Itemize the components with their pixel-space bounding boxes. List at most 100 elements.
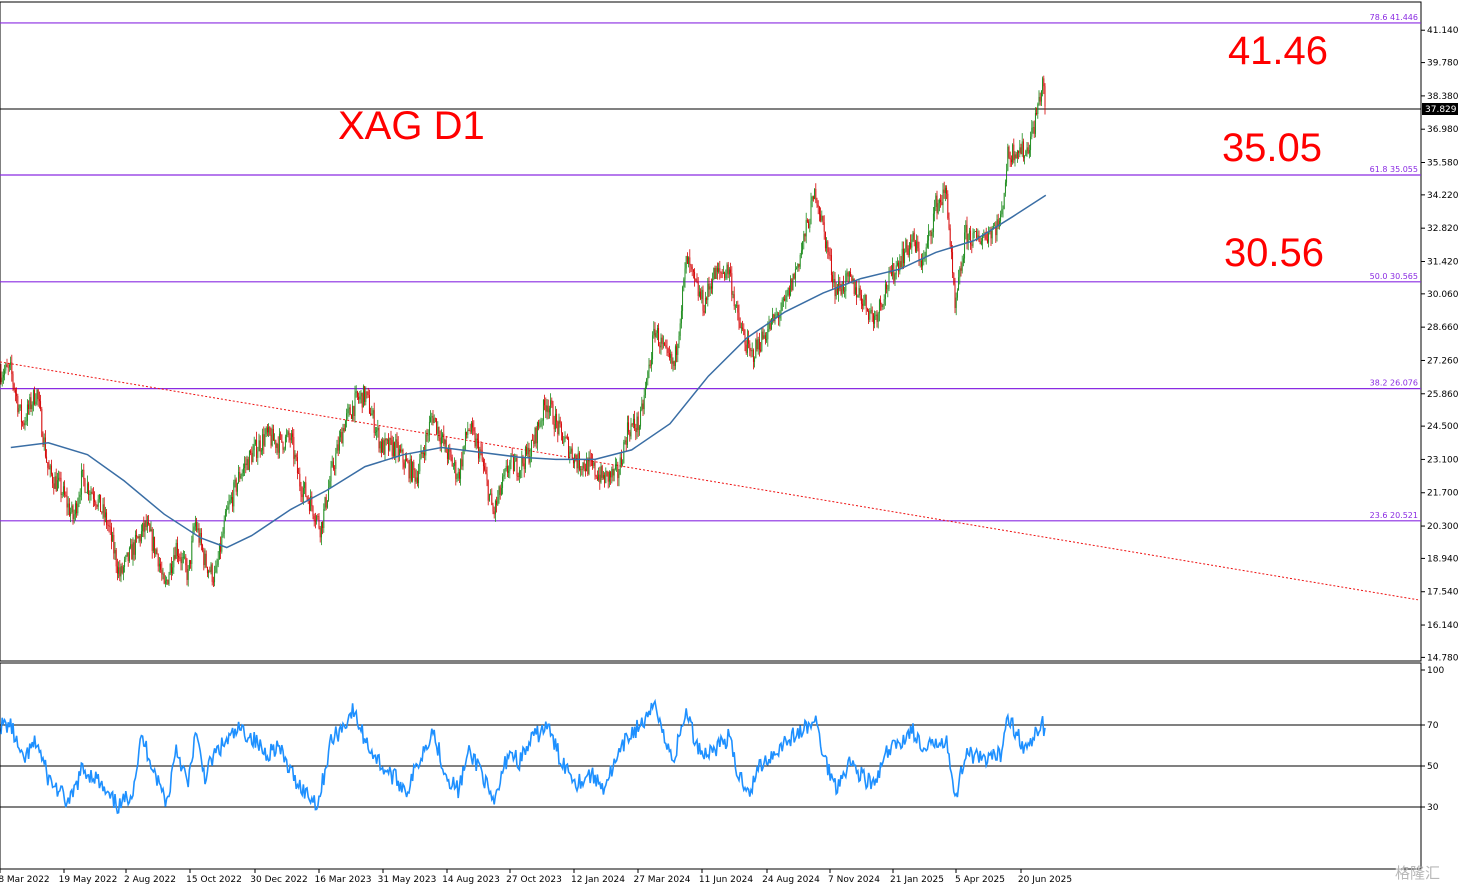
candle-body <box>832 275 834 283</box>
candle-body <box>274 440 276 441</box>
candle-body <box>816 199 818 205</box>
chart-title: XAG D1 <box>338 104 485 148</box>
candle-body <box>727 264 729 275</box>
candle-body <box>684 268 686 280</box>
candle-body <box>666 346 668 349</box>
candle-body <box>270 434 272 446</box>
candle-body <box>24 421 26 426</box>
fib-label-4: 23.6 20.521 <box>1370 511 1418 520</box>
candle-body <box>931 232 933 237</box>
candle-body <box>664 342 666 346</box>
candle-body <box>97 499 99 507</box>
candle-body <box>901 248 903 267</box>
candle-body <box>323 508 325 529</box>
candle-body <box>826 241 828 249</box>
candle-body <box>586 458 588 472</box>
candle-body <box>794 268 796 279</box>
candle-body <box>725 273 727 279</box>
candle-body <box>624 440 626 443</box>
candle-body <box>728 269 730 275</box>
candle-body <box>972 233 974 246</box>
candle-body <box>649 364 651 366</box>
candle-body <box>726 264 728 274</box>
candle-body <box>197 528 199 531</box>
candle-body <box>766 339 768 341</box>
candle-body <box>1009 157 1011 160</box>
candle-body <box>150 529 152 532</box>
candle-body <box>934 207 936 214</box>
price-annotation-2: 30.56 <box>1224 231 1324 275</box>
candle-body <box>559 420 561 424</box>
candle-body <box>484 466 486 470</box>
candle-body <box>564 437 566 442</box>
candle-body <box>76 503 78 514</box>
candle-body <box>71 505 73 513</box>
candle-body <box>553 424 555 430</box>
candle-body <box>320 522 322 538</box>
candle-body <box>582 462 584 470</box>
candle-body <box>545 405 547 412</box>
candle-body <box>814 188 816 199</box>
candle-body <box>28 404 30 410</box>
candle-body <box>454 461 456 466</box>
candle-body <box>942 189 944 206</box>
candle-body <box>256 439 258 458</box>
candle-body <box>787 287 789 295</box>
candle-body <box>943 189 945 193</box>
price-tick-label: 16.140 <box>1427 621 1459 631</box>
candle-body <box>26 404 28 421</box>
candle-body <box>460 459 462 479</box>
candle-body <box>56 480 58 491</box>
candle-body <box>732 294 734 295</box>
candle-body <box>241 472 243 476</box>
candle-body <box>6 364 8 367</box>
candle-body <box>751 350 753 352</box>
candle-body <box>902 248 904 264</box>
candle-body <box>863 299 865 306</box>
candle-body <box>360 392 362 397</box>
candle-body <box>959 268 961 278</box>
candle-body <box>385 438 387 441</box>
candle-body <box>168 574 170 585</box>
candle-body <box>858 288 860 297</box>
candle-body <box>709 286 711 290</box>
candle-body <box>485 469 487 474</box>
candle-body <box>286 434 288 437</box>
candle-body <box>288 431 290 438</box>
candle-body <box>737 304 739 313</box>
candle-body <box>203 550 205 566</box>
candle-body <box>497 497 499 505</box>
candle-body <box>734 305 736 307</box>
price-tick-label: 23.100 <box>1427 455 1459 465</box>
candle-body <box>854 287 856 294</box>
candle-body <box>860 294 862 304</box>
candle-body <box>438 427 440 438</box>
candle-body <box>1016 150 1018 159</box>
candle-body <box>314 520 316 522</box>
candle-body <box>239 471 241 479</box>
candle-body <box>361 392 363 408</box>
candle-body <box>284 436 286 449</box>
candle-body <box>469 430 471 432</box>
candle-body <box>444 440 446 445</box>
candle-body <box>888 270 890 289</box>
candle-body <box>400 449 402 452</box>
candle-body <box>551 400 553 405</box>
candle-body <box>371 413 373 416</box>
candle-body <box>534 427 536 444</box>
candle-body <box>833 278 835 283</box>
candle-body <box>83 469 85 479</box>
candle-body <box>894 274 896 281</box>
candle-body <box>776 314 778 316</box>
candle-body <box>144 521 146 532</box>
candle-body <box>1026 147 1028 151</box>
candle-body <box>1001 209 1003 215</box>
candle-body <box>947 193 949 219</box>
candle-body <box>18 407 20 413</box>
candle-body <box>390 437 392 440</box>
candle-body <box>658 328 660 346</box>
candle-body <box>958 277 960 291</box>
candle-body <box>359 396 361 400</box>
candle-body <box>757 339 759 350</box>
price-tick-label: 17.540 <box>1427 588 1459 598</box>
